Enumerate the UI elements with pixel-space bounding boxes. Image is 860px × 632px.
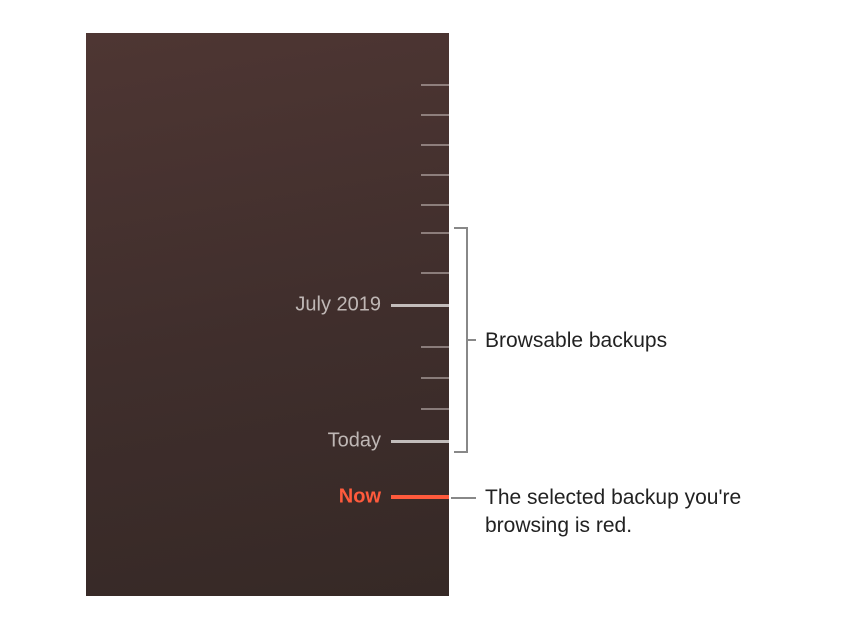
- callout-connector-icon: [451, 497, 476, 499]
- timeline-tick[interactable]: [421, 408, 449, 410]
- timeline-tick[interactable]: [421, 114, 449, 116]
- timeline-tick[interactable]: [421, 144, 449, 146]
- timeline-tick[interactable]: [421, 272, 449, 274]
- timeline-tick[interactable]: [421, 84, 449, 86]
- timeline-tick-july[interactable]: [391, 304, 449, 307]
- callout-connector-icon: [468, 339, 476, 341]
- timeline-tick-today[interactable]: [391, 440, 449, 443]
- timeline-tick[interactable]: [421, 204, 449, 206]
- callout-bracket-icon: [454, 227, 468, 453]
- timeline-tick-now[interactable]: [391, 495, 449, 499]
- timeline-label-now: Now: [339, 486, 381, 509]
- timeline-tick[interactable]: [421, 377, 449, 379]
- timeline-tick[interactable]: [421, 232, 449, 234]
- timemachine-timeline-panel: July 2019 Today Now: [86, 33, 449, 596]
- timeline-label-today: Today: [328, 430, 381, 453]
- timeline-tick[interactable]: [421, 174, 449, 176]
- callout-selected: The selected backup you're browsing is r…: [485, 484, 805, 541]
- callout-browsable: Browsable backups: [485, 327, 667, 355]
- timeline-tick[interactable]: [421, 346, 449, 348]
- timeline-label-july: July 2019: [295, 294, 381, 317]
